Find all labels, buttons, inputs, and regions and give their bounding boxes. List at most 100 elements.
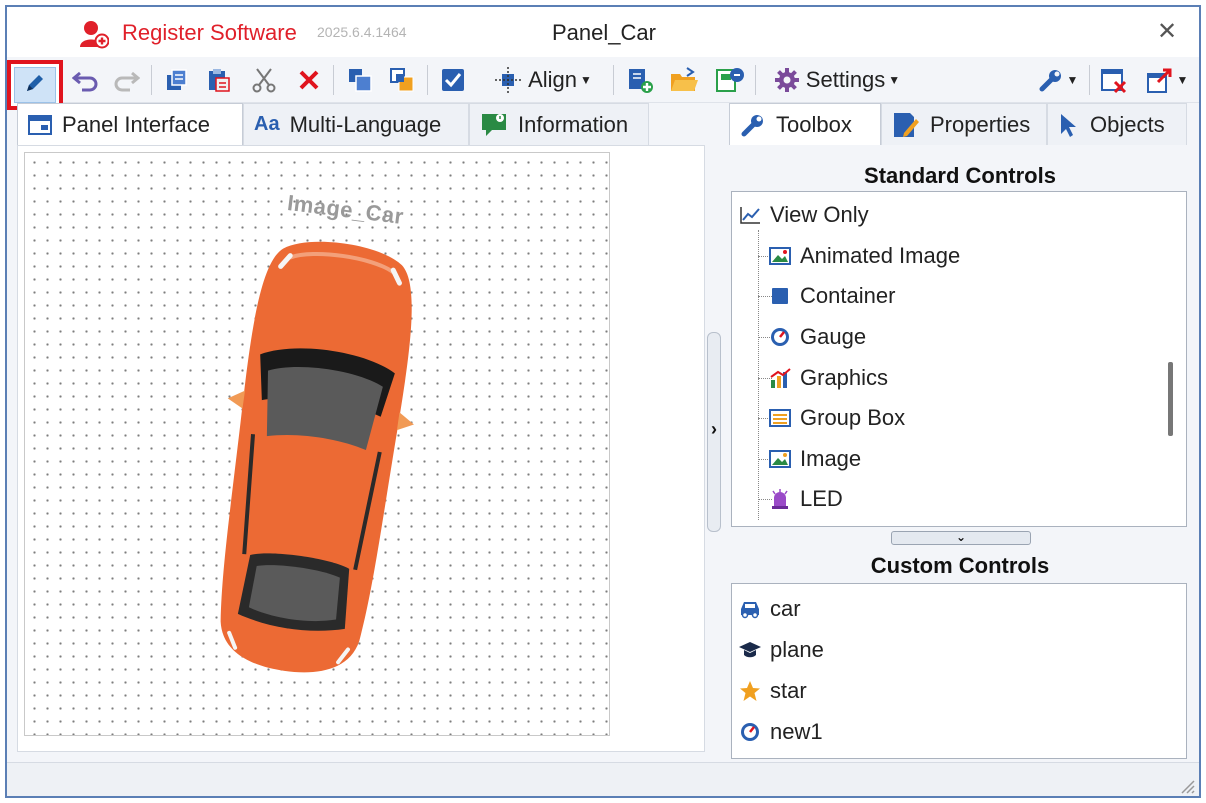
cut-icon (251, 67, 277, 93)
paste-button[interactable] (203, 63, 235, 97)
custom-control-item[interactable]: star (738, 676, 807, 706)
resize-grip-icon[interactable] (1175, 774, 1195, 794)
close-button[interactable]: ✕ (1152, 15, 1182, 49)
control-item[interactable]: Animated Image (768, 241, 960, 271)
design-canvas-area: Image_Car (17, 145, 705, 752)
left-tab-strip: Panel Interface Aa Multi-Language Inform… (17, 103, 649, 145)
bring-to-front-button[interactable] (343, 63, 377, 97)
graduation-cap-icon (738, 638, 762, 662)
led-icon (768, 487, 792, 511)
animated-image-icon (768, 244, 792, 268)
group-box-icon (768, 406, 792, 430)
delete-button[interactable] (293, 63, 325, 97)
toolbox-panel: Standard Controls View Only Animated Ima… (729, 145, 1191, 762)
car-image[interactable] (185, 233, 445, 673)
star-icon (738, 679, 762, 703)
scrollbar-thumb[interactable] (1168, 362, 1173, 436)
tab-properties[interactable]: Properties (881, 103, 1047, 145)
custom-control-item[interactable]: car (738, 594, 801, 624)
control-item[interactable]: LED (768, 484, 843, 514)
align-label: Align (528, 67, 578, 92)
open-folder-button[interactable] (667, 63, 701, 97)
control-item[interactable]: Gauge (768, 322, 866, 352)
tab-panel-interface[interactable]: Panel Interface (17, 103, 243, 145)
close-panel-icon (1100, 66, 1128, 94)
control-item[interactable]: Graphics (768, 363, 888, 393)
window-title: Panel_Car (552, 20, 656, 45)
redo-button[interactable] (109, 63, 143, 97)
wrench-icon (1038, 67, 1064, 93)
app-window: Register Software 2025.6.4.1464 Panel_Ca… (5, 5, 1201, 798)
edit-icon (23, 71, 47, 100)
gauge-icon (738, 720, 762, 744)
image-icon (768, 447, 792, 471)
graphics-icon (768, 366, 792, 390)
tab-label: Panel Interface (62, 111, 210, 137)
control-item[interactable]: Group Box (768, 403, 905, 433)
toolbar-separator (151, 65, 152, 95)
standard-controls-list: View Only Animated Image Container Gauge… (731, 191, 1187, 527)
export-button[interactable] (713, 63, 747, 97)
send-to-back-button[interactable] (385, 63, 419, 97)
popout-icon (1146, 66, 1174, 94)
language-icon: Aa (254, 113, 280, 135)
register-user-icon[interactable] (79, 19, 110, 49)
export-icon (715, 66, 745, 94)
tree-label: plane (770, 637, 824, 662)
custom-control-item[interactable]: plane (738, 635, 824, 665)
tools-dropdown[interactable]: ▼ (1033, 63, 1083, 97)
control-item[interactable]: Image (768, 444, 861, 474)
undo-icon (72, 68, 100, 92)
tree-group-view-only[interactable]: View Only (738, 200, 869, 230)
close-panel-button[interactable] (1097, 63, 1131, 97)
tab-toolbox[interactable]: Toolbox (729, 103, 881, 145)
version-label: 2025.6.4.1464 (317, 24, 407, 40)
settings-dropdown[interactable]: Settings ▼ (763, 63, 911, 97)
tab-multi-language[interactable]: Aa Multi-Language (243, 103, 469, 145)
design-grid[interactable]: Image_Car (24, 152, 610, 736)
cut-button[interactable] (247, 63, 281, 97)
redo-icon (112, 68, 140, 92)
gauge-icon (768, 325, 792, 349)
tree-label: LED (800, 486, 843, 511)
copy-icon (164, 67, 190, 93)
undo-button[interactable] (69, 63, 103, 97)
image-control-label: Image_Car (285, 189, 406, 230)
tree-label: Container (800, 283, 896, 308)
add-panel-button[interactable] (623, 63, 657, 97)
tab-objects[interactable]: Objects (1047, 103, 1187, 145)
toolbar-separator (333, 65, 334, 95)
container-icon (768, 284, 792, 308)
collapse-splitter-button[interactable]: ⌄ (891, 531, 1031, 545)
tree-label: Animated Image (800, 243, 961, 268)
custom-control-item[interactable]: new1 (738, 717, 823, 747)
settings-icon (774, 67, 800, 93)
copy-button[interactable] (161, 63, 193, 97)
right-tab-strip: Toolbox Properties Objects (729, 103, 1193, 145)
toolbar-separator (755, 65, 756, 95)
checkbox-button[interactable] (437, 63, 469, 97)
open-folder-icon (669, 66, 699, 94)
tree-label: Group Box (800, 405, 906, 430)
cursor-icon (1058, 112, 1080, 138)
chevron-down-icon: ▼ (1066, 73, 1079, 87)
paste-icon (206, 67, 232, 93)
tab-label: Properties (930, 111, 1031, 137)
panel-icon (28, 114, 52, 136)
toolbar-separator (1089, 65, 1090, 95)
register-software-link[interactable]: Register Software (122, 20, 297, 46)
align-dropdown[interactable]: Align ▼ (481, 63, 605, 97)
title-bar: Register Software 2025.6.4.1464 Panel_Ca… (7, 7, 1199, 57)
delete-icon (297, 68, 321, 92)
tab-information[interactable]: Information (469, 103, 649, 145)
info-chat-icon (480, 112, 508, 138)
chevron-right-icon[interactable]: › (707, 419, 721, 440)
checkbox-icon (440, 67, 466, 93)
align-icon (494, 66, 522, 94)
control-item[interactable]: Container (768, 281, 895, 311)
popout-dropdown[interactable]: ▼ (1141, 63, 1193, 97)
chevron-down-icon: ▼ (888, 73, 901, 87)
tab-label: Toolbox (776, 111, 852, 137)
chevron-down-icon: ▼ (580, 73, 592, 87)
tree-label: new1 (770, 719, 823, 744)
